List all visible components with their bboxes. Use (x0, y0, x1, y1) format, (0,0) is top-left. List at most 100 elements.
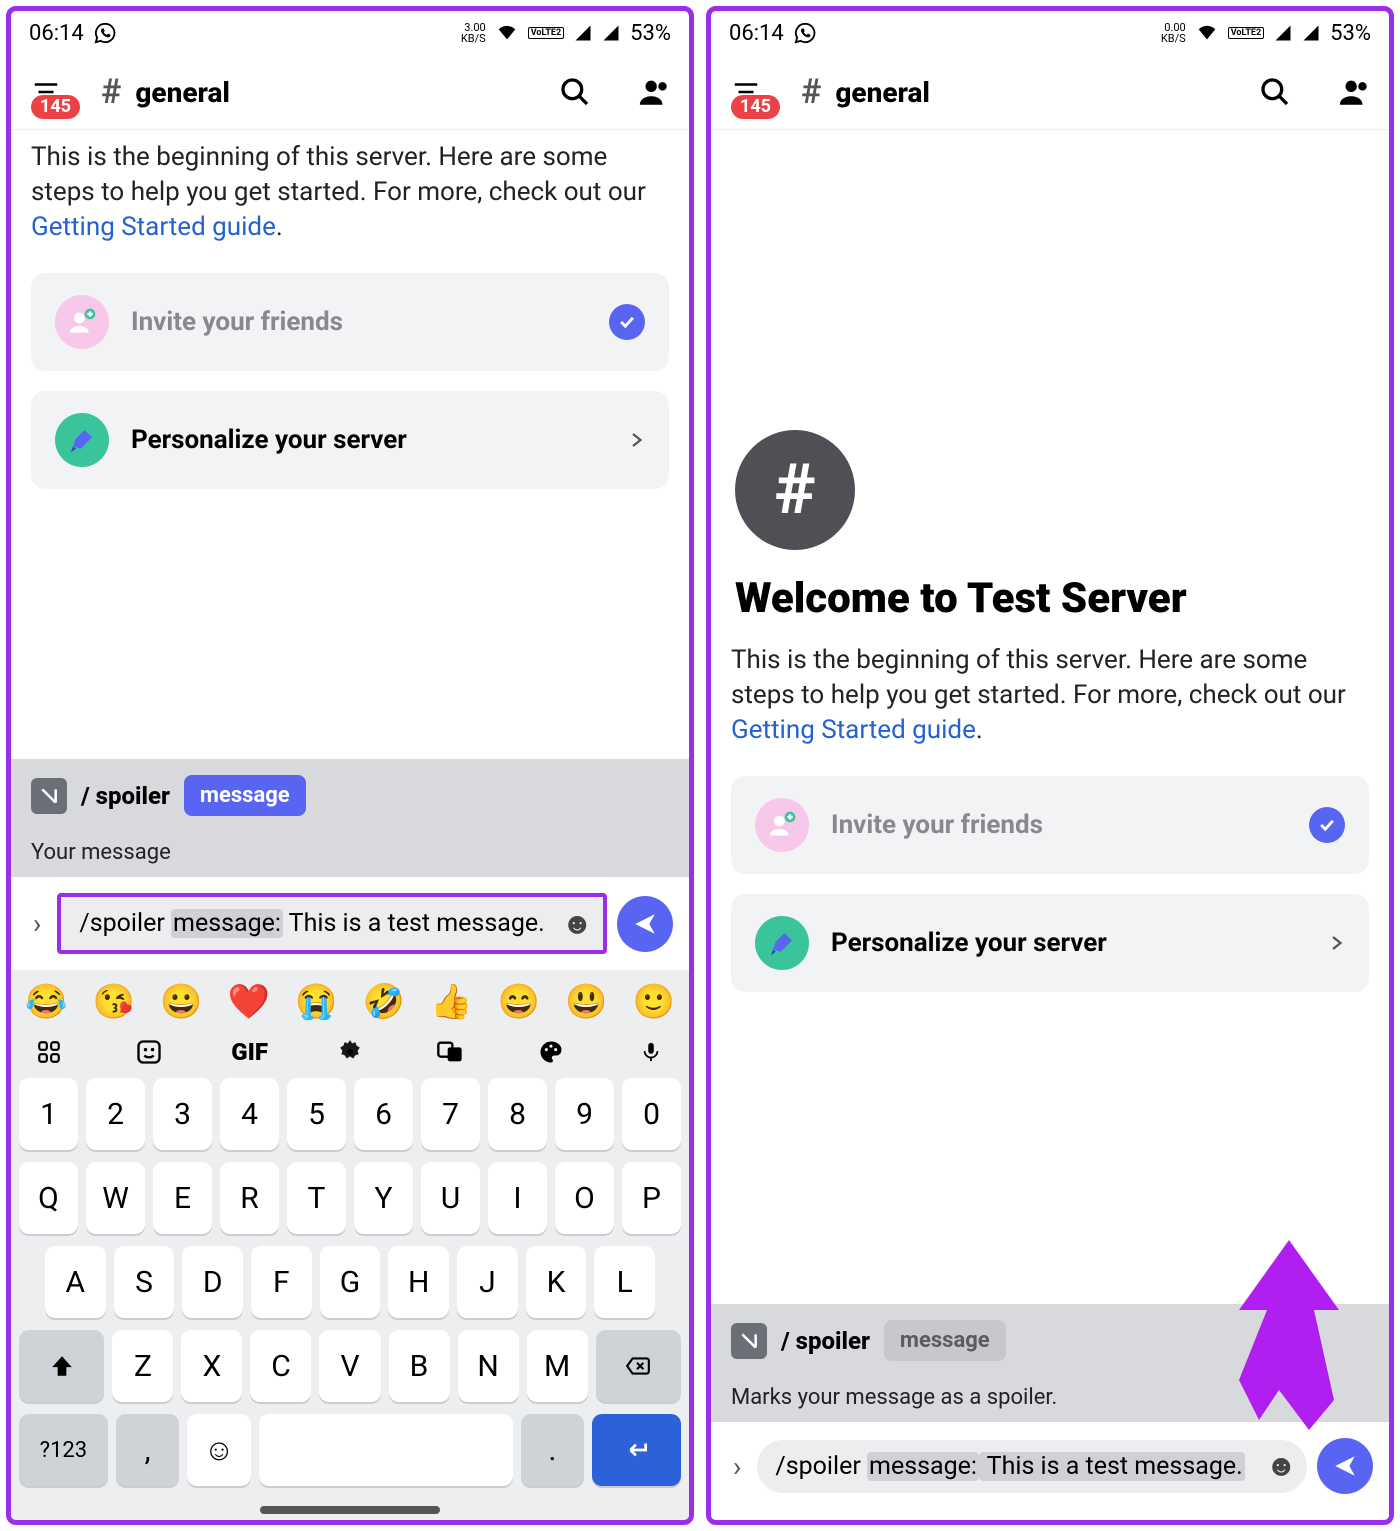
key[interactable]: Y (354, 1162, 413, 1234)
sticker-icon[interactable] (125, 1038, 173, 1066)
key[interactable]: Z (112, 1330, 173, 1402)
emoji-key[interactable]: 😂 (25, 982, 67, 1022)
gear-icon[interactable] (326, 1039, 374, 1065)
emoji-picker-icon[interactable]: ☻ (1265, 1449, 1297, 1484)
volte-icon: VoLTE2 (1228, 27, 1264, 39)
personalize-card[interactable]: Personalize your server (731, 894, 1369, 992)
channel-header: 145 # general (711, 55, 1389, 130)
emoji-key[interactable]: 😄 (498, 982, 540, 1022)
key[interactable]: 2 (86, 1078, 145, 1150)
key[interactable]: F (251, 1246, 312, 1318)
brush-icon (755, 916, 809, 970)
emoji-key[interactable]: 🙂 (633, 982, 675, 1022)
emoji-key[interactable]: 😭 (295, 982, 337, 1022)
search-icon[interactable] (559, 76, 591, 108)
battery-text: 53% (630, 21, 671, 46)
key[interactable]: 0 (622, 1078, 681, 1150)
emoji-key[interactable]: 👍 (430, 982, 472, 1022)
check-icon (609, 304, 645, 340)
key[interactable]: S (114, 1246, 175, 1318)
key[interactable]: G (320, 1246, 381, 1318)
key[interactable]: D (182, 1246, 243, 1318)
getting-started-link[interactable]: Getting Started guide (31, 212, 276, 242)
members-icon[interactable] (637, 75, 671, 109)
intro-text: This is the beginning of this server. He… (11, 130, 689, 263)
key[interactable]: U (421, 1162, 480, 1234)
expand-icon[interactable]: › (727, 1450, 747, 1483)
personalize-card[interactable]: Personalize your server (31, 391, 669, 489)
emoji-key[interactable]: 😃 (565, 982, 607, 1022)
key[interactable]: C (250, 1330, 311, 1402)
key[interactable]: I (488, 1162, 547, 1234)
key[interactable]: 1 (19, 1078, 78, 1150)
members-icon[interactable] (1337, 75, 1371, 109)
key[interactable]: E (153, 1162, 212, 1234)
key[interactable]: K (526, 1246, 587, 1318)
mic-icon[interactable] (627, 1038, 675, 1066)
key[interactable]: V (319, 1330, 380, 1402)
backspace-key[interactable] (596, 1330, 681, 1402)
send-button[interactable] (617, 896, 673, 952)
key[interactable]: A (45, 1246, 106, 1318)
space-key[interactable] (259, 1414, 513, 1486)
key[interactable]: P (622, 1162, 681, 1234)
symbols-key[interactable]: ?123 (19, 1414, 108, 1486)
home-indicator[interactable] (260, 1506, 440, 1514)
grid-icon[interactable] (25, 1039, 73, 1065)
key[interactable]: Q (19, 1162, 78, 1234)
key[interactable]: N (458, 1330, 519, 1402)
expand-icon[interactable]: › (27, 907, 47, 940)
getting-started-link[interactable]: Getting Started guide (731, 715, 976, 745)
key[interactable]: M (527, 1330, 588, 1402)
palette-icon[interactable] (527, 1038, 575, 1066)
emoji-key[interactable]: 😀 (160, 982, 202, 1022)
message-input[interactable]: /spoiler message: This is a test message… (757, 1440, 1307, 1493)
key[interactable]: R (220, 1162, 279, 1234)
key[interactable]: 8 (488, 1078, 547, 1150)
key[interactable]: X (181, 1330, 242, 1402)
channel-name[interactable]: general (835, 76, 930, 109)
phone-right: 06:14 0.00KB/S VoLTE2 53% 145 # general … (706, 6, 1394, 1525)
dot-key[interactable]: . (521, 1414, 584, 1486)
key[interactable]: 4 (220, 1078, 279, 1150)
notification-badge[interactable]: 145 (731, 95, 780, 119)
send-button[interactable] (1317, 1438, 1373, 1494)
invite-card[interactable]: Invite your friends (31, 273, 669, 371)
command-arg-pill[interactable]: message (884, 1320, 1006, 1361)
emoji-key[interactable]: ❤️ (228, 982, 270, 1022)
enter-key[interactable] (592, 1414, 681, 1486)
command-name[interactable]: / spoiler (781, 1327, 870, 1355)
command-name[interactable]: / spoiler (81, 782, 170, 810)
key[interactable]: H (388, 1246, 449, 1318)
emoji-picker-icon[interactable]: ☻ (561, 906, 593, 941)
key[interactable]: 3 (153, 1078, 212, 1150)
invite-card[interactable]: Invite your friends (731, 776, 1369, 874)
command-arg-pill[interactable]: message (184, 775, 306, 816)
shift-key[interactable] (19, 1330, 104, 1402)
key[interactable]: 6 (354, 1078, 413, 1150)
search-icon[interactable] (1259, 76, 1291, 108)
intro-text: This is the beginning of this server. He… (711, 633, 1389, 766)
key[interactable]: W (86, 1162, 145, 1234)
wifi-icon (496, 22, 518, 44)
message-input[interactable]: /spoiler message: This is a test message… (57, 893, 607, 954)
key[interactable]: 5 (287, 1078, 346, 1150)
key[interactable]: 7 (421, 1078, 480, 1150)
key[interactable]: T (287, 1162, 346, 1234)
key[interactable]: L (594, 1246, 655, 1318)
emoji-key[interactable]: 🤣 (363, 982, 405, 1022)
translate-icon[interactable] (426, 1038, 474, 1066)
key[interactable]: B (389, 1330, 450, 1402)
emoji-key[interactable]: 😘 (93, 982, 135, 1022)
emoji-key[interactable]: ☺ (187, 1414, 250, 1486)
gif-key[interactable]: GIF (226, 1038, 274, 1066)
channel-name[interactable]: general (135, 76, 230, 109)
notification-badge[interactable]: 145 (31, 95, 80, 119)
command-suggestion: / spoiler message Your message (11, 759, 689, 877)
key[interactable]: O (555, 1162, 614, 1234)
key[interactable]: J (457, 1246, 518, 1318)
key[interactable]: 9 (555, 1078, 614, 1150)
comma-key[interactable]: , (116, 1414, 179, 1486)
signal-icon-2 (602, 24, 620, 42)
command-icon (731, 1323, 767, 1359)
